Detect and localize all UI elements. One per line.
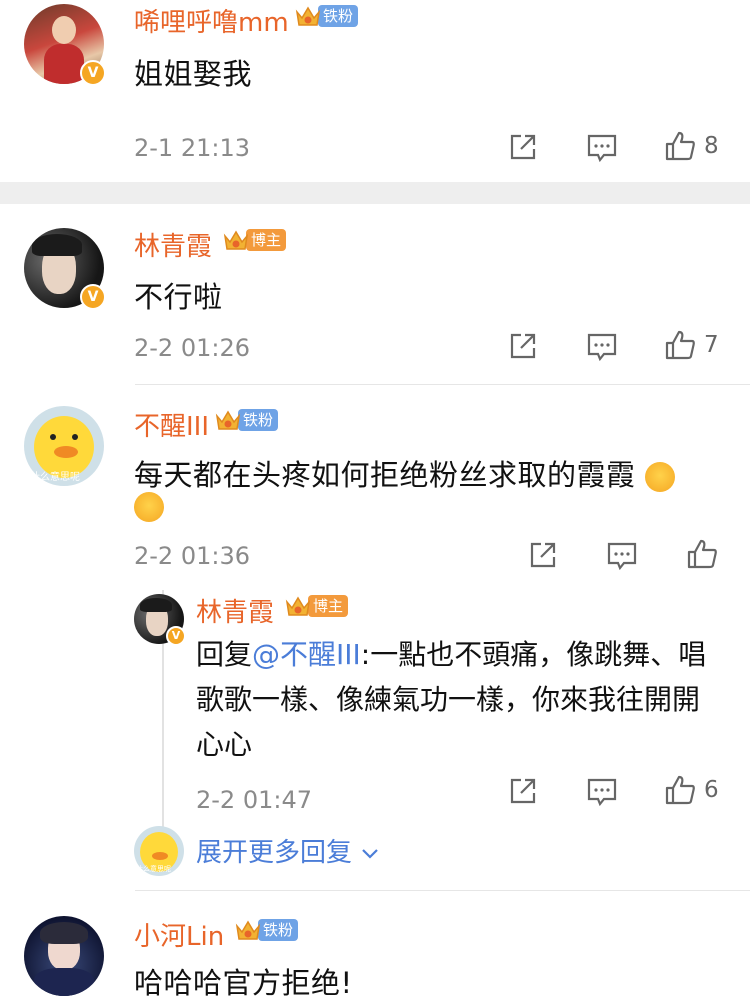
avatar[interactable]: 什么意思呢 [24, 406, 104, 486]
divider [135, 890, 750, 891]
comment-icon [587, 333, 617, 362]
like-count: 7 [704, 332, 719, 358]
badge-label: 铁粉 [258, 919, 299, 941]
mention-link[interactable]: @不醒III [252, 638, 361, 671]
username[interactable]: 小河Lin [134, 916, 224, 953]
expand-label: 展开更多回复 [196, 838, 353, 868]
thumbs-up-icon [687, 539, 717, 569]
verified-icon: V [166, 626, 186, 646]
chevron-down-icon [362, 848, 379, 859]
like-button[interactable] [686, 538, 718, 570]
host-badge: 博主 [222, 227, 287, 253]
comment-button[interactable] [586, 332, 618, 362]
like-button[interactable]: 6 [664, 774, 719, 806]
blush-emoji-icon [645, 462, 676, 492]
comment-text: 姐姐娶我 [134, 57, 253, 91]
like-count: 8 [704, 133, 719, 159]
comment-icon [587, 778, 617, 807]
timestamp: 2-2 01:47 [196, 786, 312, 814]
share-button[interactable] [508, 331, 538, 361]
blush-emoji-icon [134, 492, 164, 522]
comment-icon [607, 542, 637, 571]
avatar[interactable]: V [24, 228, 106, 310]
crown-icon [214, 407, 242, 433]
comment-text-body: 每天都在头疼如何拒绝粉丝求取的霞霞 [134, 458, 636, 492]
avatar[interactable]: V [24, 4, 106, 86]
crown-icon [284, 593, 312, 619]
fan-badge: 铁粉 [234, 917, 299, 943]
thumbs-up-icon [665, 330, 695, 360]
avatar[interactable] [24, 916, 104, 996]
expand-more-replies-link[interactable]: 展开更多回复 [196, 832, 380, 869]
share-button[interactable] [528, 540, 558, 570]
share-icon [510, 778, 536, 804]
share-icon [530, 542, 556, 568]
verified-icon: V [80, 60, 106, 86]
badge-label: 博主 [246, 229, 287, 251]
username[interactable]: 林青霞 [196, 592, 274, 629]
reply-prefix: 回复 [196, 638, 253, 671]
badge-label: 铁粉 [318, 5, 359, 27]
share-icon [510, 134, 536, 160]
comment-text: 哈哈哈官方拒绝! [134, 966, 353, 1000]
avatar[interactable]: V [134, 594, 186, 646]
like-button[interactable]: 8 [664, 130, 719, 162]
share-icon [510, 333, 536, 359]
avatar-caption: 什么意思呢 [30, 472, 80, 483]
comment-text: 不行啦 [134, 280, 223, 314]
comment-icon [587, 134, 617, 163]
thumbs-up-icon [665, 775, 695, 805]
crown-icon [294, 3, 322, 29]
thumbs-up-icon [665, 131, 695, 161]
host-badge: 博主 [284, 593, 349, 619]
comment-button[interactable] [606, 541, 638, 571]
section-divider [0, 182, 750, 204]
comment-button[interactable] [586, 777, 618, 807]
reply-text: 回复@不醒III:一點也不頭痛，像跳舞、唱歌歌一樣、像練氣功一樣，你來我往開開心… [196, 632, 716, 767]
fan-badge: 铁粉 [294, 3, 359, 29]
badge-label: 铁粉 [238, 409, 279, 431]
comment-text: 每天都在头疼如何拒绝粉丝求取的霞霞 [134, 452, 676, 494]
like-count: 6 [704, 777, 719, 803]
timestamp: 2-2 01:26 [134, 334, 250, 362]
username[interactable]: 林青霞 [134, 226, 212, 263]
share-button[interactable] [508, 776, 538, 806]
username[interactable]: 不醒III [134, 406, 209, 443]
badge-label: 博主 [308, 595, 349, 617]
verified-icon: V [80, 284, 106, 310]
timestamp: 2-1 21:13 [134, 134, 250, 162]
share-button[interactable] [508, 132, 538, 162]
divider [135, 384, 750, 385]
comment-button[interactable] [586, 133, 618, 163]
avatar[interactable]: 什么意思呢 [134, 826, 184, 876]
crown-icon [234, 917, 262, 943]
crown-icon [222, 227, 250, 253]
like-button[interactable]: 7 [664, 329, 719, 361]
timestamp: 2-2 01:36 [134, 542, 250, 570]
fan-badge: 铁粉 [214, 407, 279, 433]
avatar-caption: 什么意思呢 [136, 865, 171, 873]
username[interactable]: 唏哩呼噜mm [134, 2, 289, 39]
